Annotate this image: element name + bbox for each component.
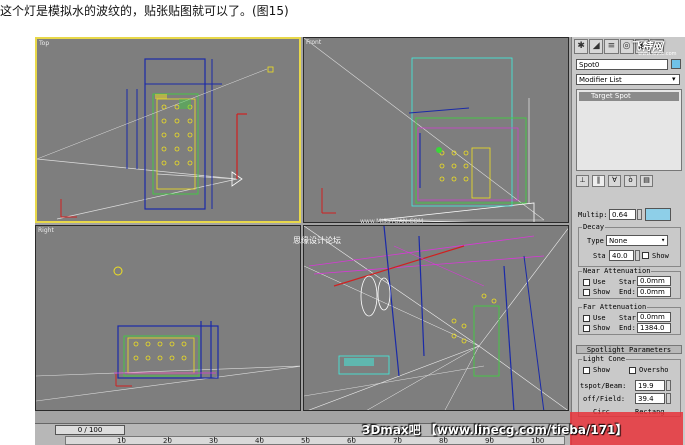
right-view-wireframe xyxy=(36,266,300,402)
decay-start-label: Sta xyxy=(593,252,606,260)
far-start-label: Star xyxy=(619,314,636,322)
near-use-checkbox[interactable] xyxy=(583,279,590,286)
hotspot-input[interactable]: 19.9 xyxy=(635,380,665,391)
near-start-label: Star xyxy=(619,278,636,286)
watermark-bottom: 3Dmax吧 【www.linecg.com/tieba/171】 xyxy=(362,423,628,437)
front-view-wireframe xyxy=(304,38,545,222)
screenshot-root: 这个灯是模拟水的波纹的，贴张贴图就可以了。(图15) Top Front Rig… xyxy=(0,0,685,445)
hierarchy-tab-icon[interactable]: ≡ xyxy=(604,39,619,54)
chevron-down-icon[interactable]: ▾ xyxy=(672,75,676,83)
remove-modifier-icon[interactable]: ò xyxy=(624,175,637,187)
falloff-input[interactable]: 39.4 xyxy=(635,393,665,404)
modifier-stack: Target Spot xyxy=(576,89,682,171)
far-start-input[interactable]: 0.0mm xyxy=(637,312,671,322)
falloff-spinner[interactable] xyxy=(666,393,671,404)
timeline-tick-label: 80 xyxy=(439,437,448,445)
timeline-tick-label: 10 xyxy=(117,437,126,445)
near-show-checkbox[interactable] xyxy=(583,289,590,296)
timeline-tick-label: 100 xyxy=(531,437,545,445)
far-attenuation-group: Far Attenuation Use Show Star 0.0mm End:… xyxy=(578,303,681,335)
caption-text: 这个灯是模拟水的波纹的，贴张贴图就可以了。(图15) xyxy=(0,4,289,18)
watermark-forum-url: www.MISSYUAN.COM xyxy=(360,218,424,225)
command-panel: ✱ ◢ ≡ ◎ ▣ ⚒ 飞特网 www.fevte.com Spot0 Modi… xyxy=(571,37,685,445)
hotspot-label: tspot/Beam: xyxy=(580,382,627,390)
far-use-label: Use xyxy=(593,314,606,322)
near-end-label: End: xyxy=(619,288,636,296)
near-attenuation-title: Near Attenuation xyxy=(582,267,652,275)
pin-stack-icon[interactable]: ⊥ xyxy=(576,175,589,187)
far-use-checkbox[interactable] xyxy=(583,315,590,322)
viewport-top[interactable]: Top xyxy=(35,37,301,223)
viewport-front[interactable]: Front xyxy=(303,37,569,223)
timeline-tick-label: 50 xyxy=(301,437,310,445)
watermark-forum: 思缘设计论坛 xyxy=(293,236,341,245)
decay-type-select[interactable]: None xyxy=(606,235,668,246)
site-logo-url: www.fevte.com xyxy=(638,51,677,57)
light-cone-title: Light Cone xyxy=(582,355,627,363)
overshoot-checkbox[interactable] xyxy=(629,367,636,374)
create-tab-icon[interactable]: ✱ xyxy=(574,39,589,54)
modifier-list-dropdown[interactable]: Modifier List xyxy=(576,74,680,85)
multiplier-input[interactable]: 0.64 xyxy=(609,209,636,220)
timeline-tick-label: 20 xyxy=(163,437,172,445)
chevron-down-icon[interactable]: ▾ xyxy=(661,236,665,244)
far-attenuation-title: Far Attenuation xyxy=(582,303,648,311)
viewport-right[interactable]: Right xyxy=(35,225,301,411)
stack-item-target-spot[interactable]: Target Spot xyxy=(579,92,679,101)
far-show-checkbox[interactable] xyxy=(583,325,590,332)
viewport-perspective[interactable] xyxy=(303,225,569,411)
modify-tab-icon[interactable]: ◢ xyxy=(589,39,604,54)
light-cone-group: Light Cone Show Oversho tspot/Beam: 19.9… xyxy=(578,355,681,417)
multiplier-label: Multip: xyxy=(578,211,608,219)
hotspot-spinner[interactable] xyxy=(666,380,671,391)
perspective-view-wireframe xyxy=(304,226,568,410)
cone-show-label: Show xyxy=(593,366,610,374)
far-show-label: Show xyxy=(593,324,610,332)
decay-start-spinner[interactable] xyxy=(635,250,640,261)
max-application: Top Front Right ✱ ◢ ≡ ◎ ▣ ⚒ 飞特网 www.fevt… xyxy=(35,37,685,445)
light-color-swatch[interactable] xyxy=(645,208,671,221)
multiplier-spinner[interactable] xyxy=(637,209,642,220)
timeline-tick-label: 60 xyxy=(347,437,356,445)
timeline-tick-label: 40 xyxy=(255,437,264,445)
decay-show-checkbox[interactable] xyxy=(642,252,649,259)
decay-title: Decay xyxy=(582,223,606,231)
configure-sets-icon[interactable]: ▤ xyxy=(640,175,653,187)
timeline-tick-label: 90 xyxy=(485,437,494,445)
time-slider[interactable]: 0 / 100 xyxy=(55,425,125,435)
falloff-label: off/Field: xyxy=(583,395,626,403)
overshoot-label: Oversho xyxy=(639,366,669,374)
object-color-swatch[interactable] xyxy=(671,59,681,69)
far-end-input[interactable]: 1384.0 xyxy=(637,323,671,333)
spotlight-parameters-rollout[interactable]: Spotlight Parameters xyxy=(576,345,682,354)
decay-type-label: Type xyxy=(587,237,604,245)
decay-show-label: Show xyxy=(652,252,669,260)
object-name-field[interactable]: Spot0 xyxy=(576,59,668,70)
near-show-label: Show xyxy=(593,288,610,296)
near-use-label: Use xyxy=(593,278,606,286)
show-end-result-icon[interactable]: ‖ xyxy=(592,175,605,187)
timeline-tick-label: 70 xyxy=(393,437,402,445)
top-view-wireframe xyxy=(37,58,274,220)
decay-group: Decay Type None ▾ Sta 40.0 Show xyxy=(578,223,681,267)
near-end-input[interactable]: 0.0mm xyxy=(637,287,671,297)
decay-start-input[interactable]: 40.0 xyxy=(609,250,634,261)
stack-toolbar: ⊥ ‖ ∀ ò ▤ xyxy=(576,175,682,189)
cone-show-checkbox[interactable] xyxy=(583,367,590,374)
near-start-input[interactable]: 0.0mm xyxy=(637,276,671,286)
make-unique-icon[interactable]: ∀ xyxy=(608,175,621,187)
near-attenuation-group: Near Attenuation Use Show Star 0.0mm End… xyxy=(578,267,681,299)
timeline-tick-label: 30 xyxy=(209,437,218,445)
far-end-label: End: xyxy=(619,324,636,332)
